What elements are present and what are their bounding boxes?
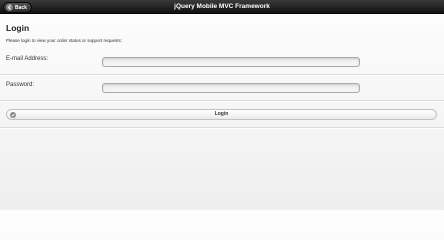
- page-header-title: jQuery Mobile MVC Framework: [174, 3, 270, 10]
- password-label: Password:: [6, 82, 35, 88]
- login-button[interactable]: Login: [6, 109, 437, 120]
- login-button-label: Login: [214, 111, 229, 117]
- divider: [0, 74, 444, 76]
- divider: [0, 100, 444, 102]
- email-field[interactable]: [102, 57, 360, 67]
- page-title: Login: [6, 23, 30, 33]
- header-bar: Back jQuery Mobile MVC Framework: [0, 0, 444, 14]
- password-field[interactable]: [102, 83, 360, 93]
- intro-text: Please login to view your order status o…: [6, 38, 123, 43]
- email-label: E-mail Address:: [6, 56, 49, 62]
- divider: [0, 127, 444, 129]
